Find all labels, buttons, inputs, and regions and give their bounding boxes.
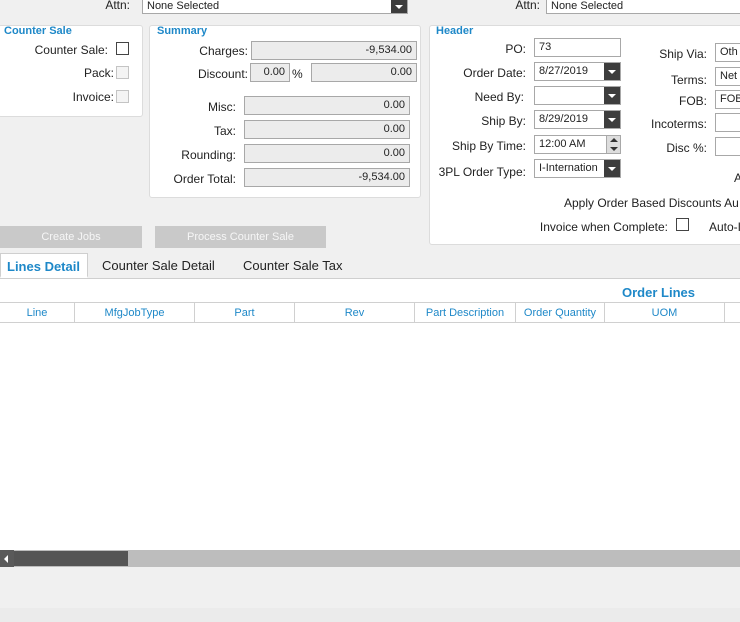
disc-pct-label: Disc %: [666, 141, 707, 155]
rounding-field: 0.00 [244, 144, 410, 163]
need-by-label: Need By: [474, 90, 524, 104]
create-jobs-button[interactable]: Create Jobs [0, 226, 142, 248]
percent-sign: % [292, 67, 303, 81]
tab-counter-sale-tax[interactable]: Counter Sale Tax [237, 253, 349, 278]
chevron-down-icon[interactable] [391, 0, 407, 13]
invoice-checkbox[interactable] [116, 90, 129, 103]
charges-label: Charges: [199, 44, 248, 58]
ship-by-field[interactable]: 8/29/2019 [534, 110, 621, 129]
terms-field[interactable]: Net [715, 67, 740, 86]
grid-col-order-quantity[interactable]: Order Quantity [516, 303, 605, 323]
need-by-field[interactable] [534, 86, 621, 105]
tax-label: Tax: [213, 124, 236, 138]
discount-amount-field: 0.00 [311, 63, 417, 82]
fob-label: FOB: [678, 94, 707, 108]
chevron-down-icon[interactable] [604, 160, 620, 177]
ship-by-label: Ship By: [481, 114, 526, 128]
discount-percent-field[interactable]: 0.00 [250, 63, 290, 82]
chevron-down-icon[interactable] [604, 63, 620, 80]
attn-right-label: Attn: [515, 0, 540, 12]
attn-left-value: None Selected [147, 0, 220, 12]
scrollbar-thumb[interactable] [14, 551, 128, 566]
tab-counter-sale-detail[interactable]: Counter Sale Detail [96, 253, 221, 278]
order-total-label: Order Total: [173, 172, 236, 186]
pack-checkbox[interactable] [116, 66, 129, 79]
pack-checkbox-label: Pack: [83, 66, 114, 80]
ship-via-field[interactable]: Oth [715, 43, 740, 62]
summary-title: Summary [157, 25, 208, 37]
order-total-field: -9,534.00 [244, 168, 410, 187]
invoice-checkbox-label: Invoice: [72, 90, 114, 104]
grid-col-line[interactable]: Line [0, 303, 75, 323]
scroll-left-icon[interactable] [0, 550, 14, 567]
ship-by-time-field[interactable]: 12:00 AM [534, 135, 621, 154]
order-date-field[interactable]: 8/27/2019 [534, 62, 621, 81]
ship-via-label: Ship Via: [659, 47, 707, 61]
attn-left-label: Attn: [105, 0, 130, 12]
grid-col-part-description[interactable]: Part Description [415, 303, 516, 323]
auto-label: Auto-I [709, 220, 740, 234]
grid-col-uom[interactable]: UOM [605, 303, 725, 323]
chevron-down-icon[interactable] [604, 87, 620, 104]
tpl-order-type-value: I-Internation [539, 162, 598, 174]
ship-by-value: 8/29/2019 [539, 113, 588, 125]
ship-by-time-label: Ship By Time: [451, 139, 526, 153]
order-date-value: 8/27/2019 [539, 65, 588, 77]
header-title: Header [436, 25, 474, 37]
po-field[interactable]: 73 [534, 38, 621, 57]
apply-discounts-label: Apply Order Based Discounts Au [564, 196, 739, 210]
invoice-complete-label: Invoice when Complete: [539, 220, 668, 234]
tpl-order-type-select[interactable]: I-Internation [534, 159, 621, 178]
grid-col-part[interactable]: Part [195, 303, 295, 323]
spinner-icon[interactable] [606, 136, 620, 153]
terms-label: Terms: [671, 73, 707, 87]
counter-sale-checkbox[interactable] [116, 42, 129, 55]
truncated-a-label: A [734, 171, 740, 185]
rounding-label: Rounding: [181, 148, 236, 162]
counter-sale-title: Counter Sale [4, 25, 72, 37]
misc-label: Misc: [208, 100, 236, 114]
process-counter-sale-button[interactable]: Process Counter Sale [155, 226, 326, 248]
ship-by-time-value: 12:00 AM [539, 138, 586, 150]
charges-field: -9,534.00 [251, 41, 417, 60]
misc-field: 0.00 [244, 96, 410, 115]
counter-sale-checkbox-label: Counter Sale: [34, 43, 108, 57]
po-label: PO: [505, 42, 526, 56]
attn-left-select[interactable]: None Selected [142, 0, 408, 14]
tax-field: 0.00 [244, 120, 410, 139]
incoterms-label: Incoterms: [650, 117, 707, 131]
order-date-label: Order Date: [463, 66, 526, 80]
disc-pct-field[interactable] [715, 137, 740, 156]
attn-right-select[interactable]: None Selected [546, 0, 740, 14]
chevron-down-icon[interactable] [604, 111, 620, 128]
invoice-complete-checkbox[interactable] [676, 218, 689, 231]
grid-title: Order Lines [622, 285, 695, 300]
grid-col-rev[interactable]: Rev [295, 303, 415, 323]
discount-label: Discount: [197, 67, 248, 81]
footer-strip [0, 608, 740, 622]
tpl-order-type-label: 3PL Order Type: [438, 165, 526, 179]
grid-col-mfgjobtype[interactable]: MfgJobType [75, 303, 195, 323]
attn-right-value: None Selected [551, 0, 624, 12]
incoterms-field[interactable] [715, 113, 740, 132]
tab-lines-detail[interactable]: Lines Detail [0, 253, 88, 278]
fob-field[interactable]: FOB [715, 90, 740, 109]
